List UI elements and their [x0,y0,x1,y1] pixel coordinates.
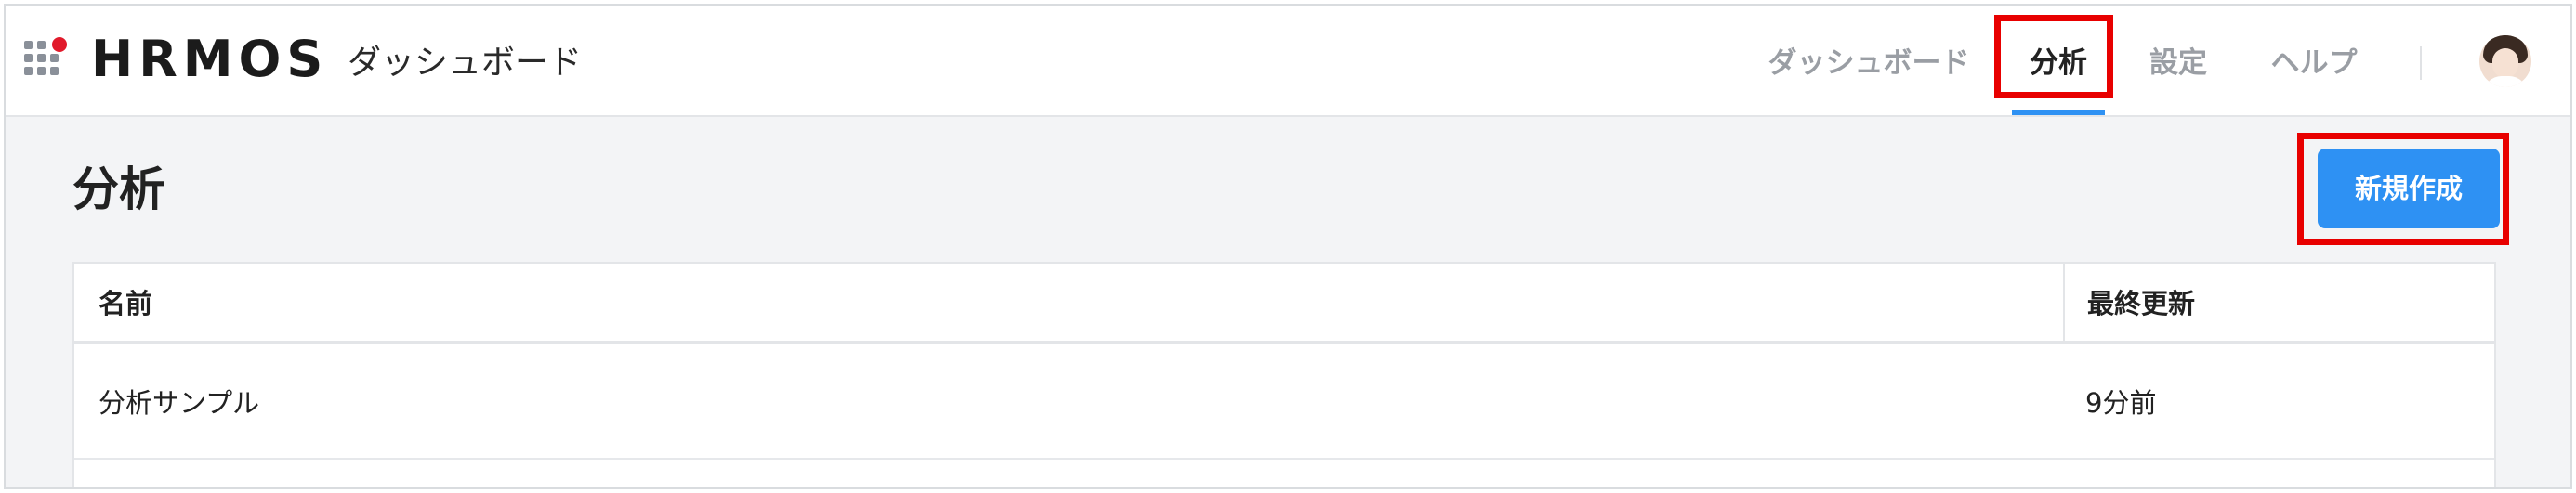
row-name[interactable]: 分析サンプル [99,346,259,460]
highlight-box-new-button [2297,133,2509,245]
column-divider [2063,264,2065,344]
row-updated: 9分前 [2085,387,2157,419]
table-row[interactable]: 分析サンプル 9分前 [74,346,2494,460]
column-header-name[interactable]: 名前 [99,264,152,344]
table-header: 名前 最終更新 [74,264,2494,344]
app-window: HRMOS ダッシュボード ダッシュボード 分析 設定 ヘルプ 分析 新規作成 … [4,4,2572,489]
user-avatar[interactable] [2479,35,2531,87]
product-name: ダッシュボード [348,44,583,82]
analysis-table: 名前 最終更新 分析サンプル 9分前 [72,262,2496,487]
app-switcher-icon[interactable] [24,37,67,82]
active-tab-indicator [2012,110,2105,115]
page-title: 分析 [72,162,165,216]
column-header-updated[interactable]: 最終更新 [2087,264,2195,344]
top-header: HRMOS ダッシュボード ダッシュボード 分析 設定 ヘルプ [6,6,2570,117]
hrmos-logo[interactable]: HRMOS [91,30,328,89]
nav-item-dashboard[interactable]: ダッシュボード [1762,6,1976,117]
highlight-box-analysis-tab [1994,15,2113,98]
notification-dot-icon [52,37,67,52]
nav-item-settings[interactable]: 設定 [2143,6,2214,117]
header-divider [2420,46,2422,80]
nav-item-help[interactable]: ヘルプ [2266,6,2362,117]
